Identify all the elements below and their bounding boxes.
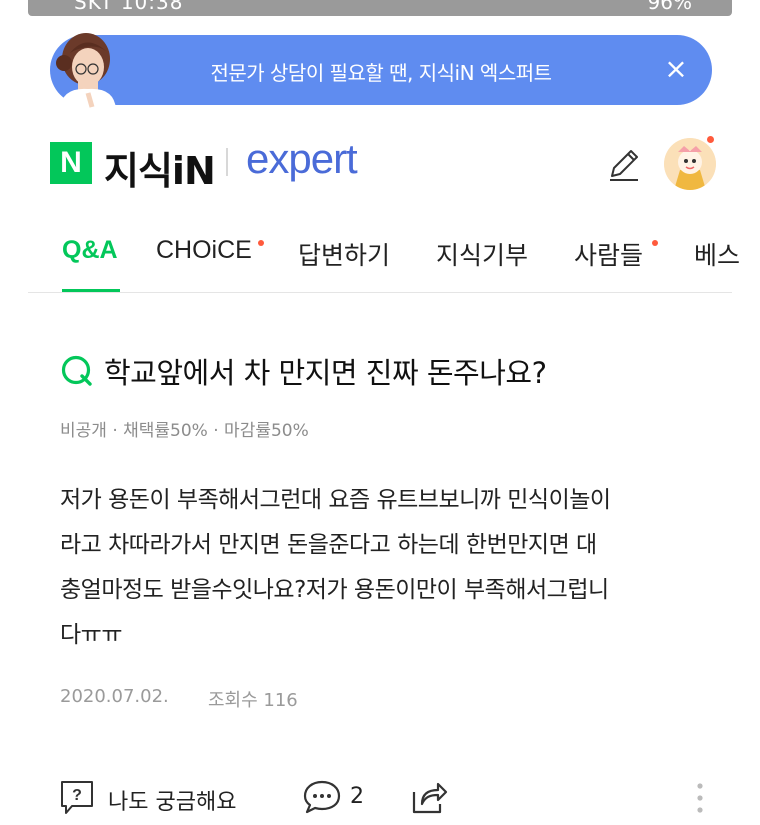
question-bubble-icon: ? xyxy=(61,781,93,814)
tab-qna[interactable]: Q&A xyxy=(62,236,118,265)
close-icon[interactable]: × xyxy=(658,51,694,87)
question-body-line: 라고 차따라가서 만지면 돈을준다고 하는데 한번만지면 대 xyxy=(60,532,597,558)
naver-logo[interactable]: N xyxy=(50,142,92,184)
tab-people-new-dot xyxy=(652,240,658,246)
tab-choice-new-dot xyxy=(258,240,264,246)
tab-choice[interactable]: CHOiCE xyxy=(156,236,252,265)
question-body-line: 저가 용돈이 부족해서그런대 요즘 유트브보니까 민식이놀이 xyxy=(60,487,611,513)
more-vertical-icon[interactable] xyxy=(688,778,712,818)
logo-divider xyxy=(226,148,228,176)
status-bar: SKT 10:38 96% xyxy=(28,0,732,16)
tab-donate[interactable]: 지식기부 xyxy=(436,236,528,272)
profile-avatar[interactable] xyxy=(664,138,716,190)
question-date: 2020.07.02. xyxy=(60,686,169,707)
status-battery: 96% xyxy=(647,0,692,14)
curious-button-label: 나도 궁금해요 xyxy=(108,790,237,815)
question-meta: 비공개 · 채택률50% · 마감률50% xyxy=(60,421,309,441)
expert-logo-text[interactable]: expert xyxy=(246,135,358,183)
svg-text:?: ? xyxy=(72,787,82,804)
question-body-line: 다ㅠㅠ xyxy=(60,622,122,648)
question-view-count: 조회수 116 xyxy=(208,690,298,711)
app-header: N 지식iN expert xyxy=(0,130,760,194)
question-title: 학교앞에서 차 만지면 진짜 돈주나요? xyxy=(104,356,547,390)
tab-answer[interactable]: 답변하기 xyxy=(298,236,390,272)
main-tabs: Q&A CHOiCE 답변하기 지식기부 사람들 베스 xyxy=(0,222,760,294)
kin-logo-text[interactable]: 지식iN xyxy=(104,140,216,195)
tab-people[interactable]: 사람들 xyxy=(574,236,643,272)
tabs-divider xyxy=(28,292,732,293)
pencil-icon[interactable] xyxy=(604,144,644,184)
comment-count: 2 xyxy=(350,784,364,809)
status-carrier-time: SKT 10:38 xyxy=(74,0,184,14)
question-body: 저가 용돈이 부족해서그런대 요즘 유트브보니까 민식이놀이 라고 차따라가서 … xyxy=(60,478,720,658)
tab-best[interactable]: 베스 xyxy=(694,236,740,272)
share-icon[interactable] xyxy=(408,778,448,816)
question-q-icon xyxy=(61,355,92,386)
comment-icon[interactable] xyxy=(302,778,342,816)
banner-text: 전문가 상담이 필요할 땐, 지식iN 엑스퍼트 xyxy=(210,61,552,85)
avatar-character-icon xyxy=(664,138,716,190)
notification-dot xyxy=(707,136,714,143)
question-body-line: 충얼마정도 받을수잇나요?저가 용돈이만이 부족해서그럽니 xyxy=(60,577,609,603)
question-action-bar: ? 나도 궁금해요 2 xyxy=(0,770,760,825)
expert-promo-banner[interactable]: 전문가 상담이 필요할 땐, 지식iN 엑스퍼트 × xyxy=(50,33,712,109)
